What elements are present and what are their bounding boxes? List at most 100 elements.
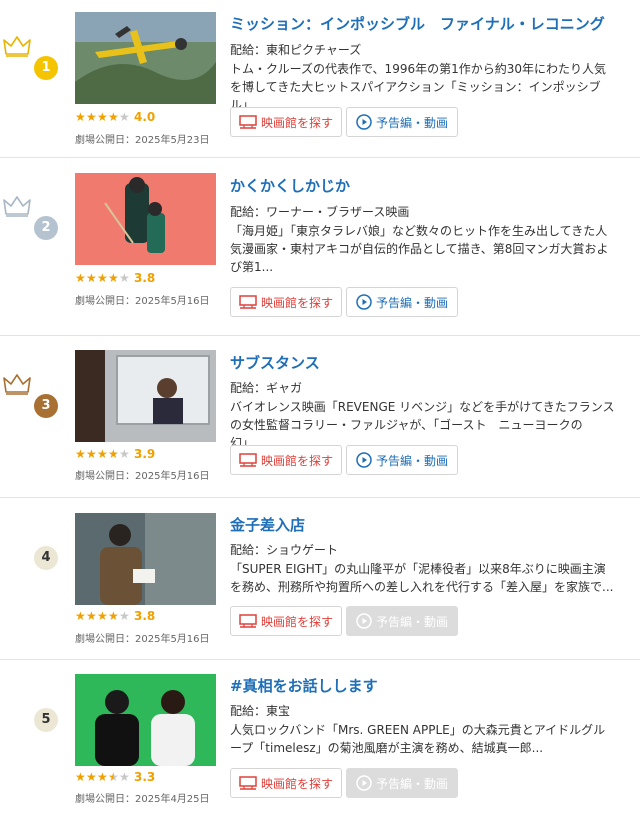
trailer-button[interactable]: 予告編・動画 <box>346 107 458 137</box>
star-icon: ★ <box>86 447 97 461</box>
find-theater-button[interactable]: 映画館を探す <box>230 287 342 317</box>
find-theater-button[interactable]: 映画館を探す <box>230 768 342 798</box>
movie-title[interactable]: サブスタンス <box>230 352 320 373</box>
ranking-item: 1 ★★★★★ 4.0 劇場公開日：2025年5月23日 ミッション：インポッシブ… <box>0 0 640 158</box>
star-icon: ★ <box>86 110 97 124</box>
star-icon: ★ <box>119 271 130 285</box>
movie-title[interactable]: ミッション：インポッシブル ファイナル・レコニング <box>230 13 605 34</box>
rating-score: 3.8 <box>134 271 156 285</box>
star-icon: ★ <box>108 110 119 124</box>
release-date: 劇場公開日：2025年5月16日 <box>75 634 210 645</box>
star-rating: ★★★★★ 3.8 <box>75 609 155 625</box>
star-rating: ★★★★★ 3.3 <box>75 770 155 786</box>
star-rating: ★★★★★ 3.8 <box>75 271 155 287</box>
find-theater-label: 映画館を探す <box>260 453 333 468</box>
star-icon: ★ <box>119 110 130 124</box>
trailer-button: 予告編・動画 <box>346 768 458 798</box>
star-icon: ★ <box>119 770 130 784</box>
trailer-label: 予告編・動画 <box>375 776 448 791</box>
ranking-item: 5 ★★★★★ 3.3 劇場公開日：2025年4月25日 #真相をお話しします 配… <box>0 660 640 820</box>
movie-title[interactable]: 金子差入店 <box>230 514 305 535</box>
distributor: 配給：東宝 <box>230 704 291 718</box>
star-icon: ★ <box>119 609 130 623</box>
find-theater-label: 映画館を探す <box>260 776 333 791</box>
theater-screen-icon <box>239 115 257 129</box>
play-circle-icon <box>356 775 372 791</box>
play-circle-icon <box>356 613 372 629</box>
movie-ranking-list: 1 ★★★★★ 4.0 劇場公開日：2025年5月23日 ミッション：インポッシブ… <box>0 0 640 820</box>
star-icon: ★ <box>97 110 108 124</box>
ranking-item: 3 ★★★★★ 3.9 劇場公開日：2025年5月16日 サブスタンス 配給：ギャ… <box>0 336 640 498</box>
movie-poster[interactable] <box>75 173 216 265</box>
find-theater-button[interactable]: 映画館を探す <box>230 445 342 475</box>
rating-score: 3.3 <box>134 770 156 784</box>
trailer-button[interactable]: 予告編・動画 <box>346 445 458 475</box>
movie-description: 人気ロックバンド「Mrs. GREEN APPLE」の大森元貴とアイドルグループ… <box>230 723 606 755</box>
find-theater-button[interactable]: 映画館を探す <box>230 606 342 636</box>
movie-title[interactable]: #真相をお話しします <box>230 675 378 696</box>
release-date: 劇場公開日：2025年4月25日 <box>75 794 210 805</box>
find-theater-button[interactable]: 映画館を探す <box>230 107 342 137</box>
find-theater-label: 映画館を探す <box>260 614 333 629</box>
distributor: 配給：ショウゲート <box>230 543 339 557</box>
star-half-icon: ★ <box>108 770 119 784</box>
find-theater-label: 映画館を探す <box>260 115 333 130</box>
rank-badge: 5 <box>34 708 58 732</box>
theater-screen-icon <box>239 776 257 790</box>
theater-screen-icon <box>239 295 257 309</box>
release-date: 劇場公開日：2025年5月16日 <box>75 471 210 482</box>
trailer-label: 予告編・動画 <box>375 295 448 310</box>
theater-screen-icon <box>239 453 257 467</box>
distributor: 配給：東和ピクチャーズ <box>230 43 362 57</box>
movie-description: 「SUPER EIGHT」の丸山隆平が「泥棒役者」以来8年ぶりに映画主演を務め、… <box>230 562 614 594</box>
silver-crown-icon <box>3 196 31 217</box>
star-icon: ★ <box>75 271 86 285</box>
star-icon: ★ <box>75 770 86 784</box>
rating-score: 3.9 <box>134 447 156 461</box>
distributor: 配給：ギャガ <box>230 381 303 395</box>
star-icon: ★ <box>119 447 130 461</box>
star-icon: ★ <box>86 271 97 285</box>
movie-poster[interactable] <box>75 12 216 104</box>
star-rating: ★★★★★ 4.0 <box>75 110 155 126</box>
rank-badge: 2 <box>34 216 58 240</box>
find-theater-label: 映画館を探す <box>260 295 333 310</box>
movie-poster[interactable] <box>75 674 216 766</box>
release-date: 劇場公開日：2025年5月23日 <box>75 135 210 146</box>
bronze-crown-icon <box>3 374 31 395</box>
trailer-label: 予告編・動画 <box>375 453 448 468</box>
movie-poster[interactable] <box>75 513 216 605</box>
movie-description: バイオレンス映画「REVENGE リベンジ」などを手がけてきたフランスの女性監督… <box>230 400 615 450</box>
trailer-button: 予告編・動画 <box>346 606 458 636</box>
play-circle-icon <box>356 294 372 310</box>
ranking-item: 2 ★★★★★ 3.8 劇場公開日：2025年5月16日 かくかくしかじか 配給：… <box>0 158 640 336</box>
trailer-button[interactable]: 予告編・動画 <box>346 287 458 317</box>
star-icon: ★ <box>75 609 86 623</box>
movie-description: トム・クルーズの代表作で、1996年の第1作から約30年にわたり人気を博してきた… <box>230 62 607 112</box>
rank-badge: 4 <box>34 546 58 570</box>
star-icon: ★ <box>75 447 86 461</box>
star-icon: ★ <box>75 110 86 124</box>
movie-title[interactable]: かくかくしかじか <box>230 175 350 196</box>
trailer-label: 予告編・動画 <box>375 614 448 629</box>
rank-badge: 1 <box>34 56 58 80</box>
play-circle-icon <box>356 452 372 468</box>
distributor: 配給：ワーナー・ブラザース映画 <box>230 205 410 219</box>
rank-badge: 3 <box>34 394 58 418</box>
star-icon: ★ <box>86 770 97 784</box>
star-icon: ★ <box>108 447 119 461</box>
ranking-item: 4 ★★★★★ 3.8 劇場公開日：2025年5月16日 金子差入店 配給：ショウ… <box>0 498 640 660</box>
star-icon: ★ <box>97 609 108 623</box>
star-icon: ★ <box>108 271 119 285</box>
release-date: 劇場公開日：2025年5月16日 <box>75 296 210 307</box>
movie-poster[interactable] <box>75 350 216 442</box>
rating-score: 4.0 <box>134 110 156 124</box>
star-rating: ★★★★★ 3.9 <box>75 447 155 463</box>
star-icon: ★ <box>97 770 108 784</box>
star-icon: ★ <box>108 609 119 623</box>
play-circle-icon <box>356 114 372 130</box>
star-icon: ★ <box>86 609 97 623</box>
star-icon: ★ <box>97 271 108 285</box>
trailer-label: 予告編・動画 <box>375 115 448 130</box>
star-icon: ★ <box>97 447 108 461</box>
